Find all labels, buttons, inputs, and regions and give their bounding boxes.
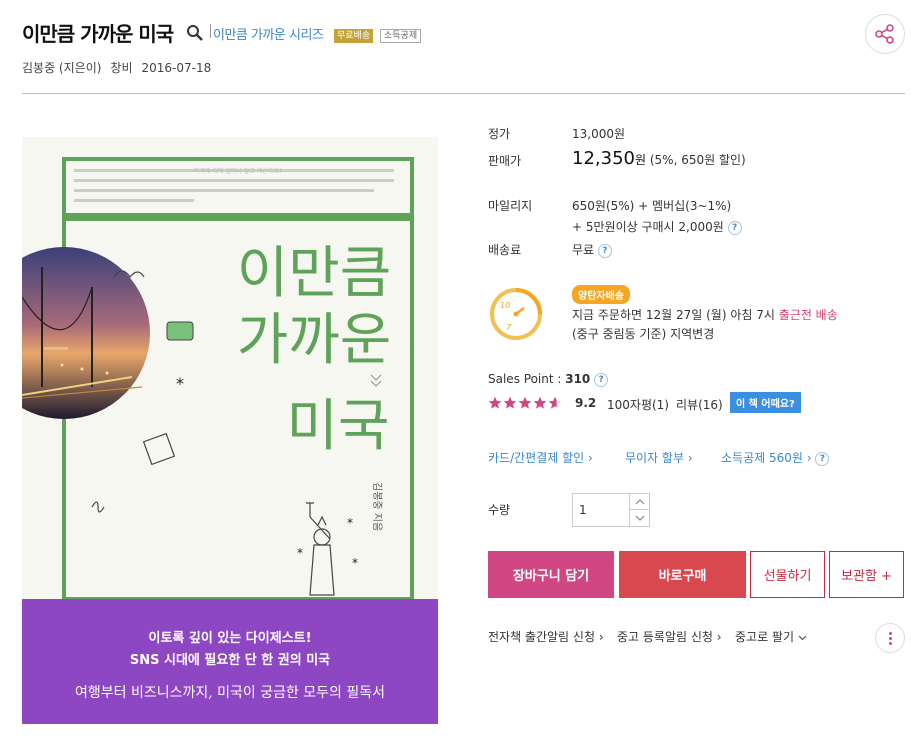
list-price-label: 정가 xyxy=(488,127,511,141)
cover-blurb: 미국에 대해 얼마나 알고 계신가요? xyxy=(194,167,282,175)
used-alert-link[interactable]: 중고 등록알림 신청 › xyxy=(617,628,722,645)
svg-text:*: * xyxy=(347,516,353,530)
cover-title-line1: 이만큼 xyxy=(237,241,392,306)
series-link[interactable]: 이만큼 가까운 시리즈 xyxy=(213,24,324,43)
sales-point: Sales Point : 310 ? xyxy=(488,372,609,387)
shipping-value-text: 무료 xyxy=(572,243,595,257)
quantity-stepper xyxy=(572,493,650,527)
clock-icon: 10 7 xyxy=(490,288,542,340)
shipping-label: 배송료 xyxy=(488,243,522,257)
svg-text:*: * xyxy=(176,374,184,393)
star-icon xyxy=(518,396,532,409)
mileage-line2: + 5만원이상 구매시 2,000원 ? xyxy=(572,218,742,235)
card-discount-link[interactable]: 카드/간편결제 할인 xyxy=(488,449,593,466)
chevron-down-icon xyxy=(635,515,644,521)
chevron-down-icon xyxy=(798,635,807,640)
used-alert-text: 중고 등록알림 신청 xyxy=(617,630,713,644)
cover-band-line2: SNS 시대에 필요한 단 한 권의 미국 xyxy=(130,652,330,668)
quantity-increase-button[interactable] xyxy=(629,494,649,510)
buy-now-button[interactable]: 바로구매 xyxy=(619,551,746,598)
mileage-line1: 650원(5%) + 멤버십(3~1%) xyxy=(572,199,732,213)
clock-label-top: 10 xyxy=(500,301,510,310)
quantity-input[interactable] xyxy=(573,494,629,526)
cover-band-line1: 이토록 깊이 있는 다이제스트! xyxy=(148,630,311,646)
mileage-line2-text: + 5만원이상 구매시 2,000원 xyxy=(572,220,724,234)
review-link[interactable]: 리뷰(16) xyxy=(676,396,723,413)
more-dot-icon xyxy=(888,641,892,645)
sale-price-label: 판매가 xyxy=(488,154,522,168)
search-icon[interactable] xyxy=(186,24,204,42)
chevron-up-icon xyxy=(635,498,644,504)
publisher-link[interactable]: 창비 xyxy=(110,61,132,75)
add-to-cart-button[interactable]: 장바구니 담기 xyxy=(488,551,614,598)
deduction-text[interactable]: 소득공제 560원 xyxy=(721,451,812,465)
deduction-info: 소득공제 560원 ? xyxy=(721,449,830,466)
publish-date: 2016-07-18 xyxy=(141,61,212,75)
delivery-line1: 지금 주문하면 12월 27일 (월) 아침 7시 출근전 배송 xyxy=(572,306,838,323)
delivery-badge: 양탄자배송 xyxy=(572,285,630,304)
delivery-highlight: 출근전 배송 xyxy=(778,308,838,322)
sale-price-note: (5%, 650원 할인) xyxy=(649,153,746,167)
sale-price-number: 12,350 xyxy=(572,148,635,169)
star-icon xyxy=(503,396,517,409)
quantity-decrease-button[interactable] xyxy=(629,510,649,526)
sale-price: 12,350원 (5%, 650원 할인) xyxy=(572,148,746,169)
mileage-help-icon[interactable]: ? xyxy=(727,220,742,235)
delivery-line1-text: 지금 주문하면 12월 27일 (월) 아침 7시 xyxy=(572,308,779,322)
tax-deduction-badge: 소득공제 xyxy=(380,29,422,43)
more-dot-icon xyxy=(888,636,892,640)
more-options-button[interactable] xyxy=(875,623,905,653)
used-sell-text: 중고로 팔기 xyxy=(735,630,795,644)
sales-point-help-icon[interactable]: ? xyxy=(594,372,609,387)
more-dot-icon xyxy=(888,631,892,635)
ebook-alert-text: 전자책 출간알림 신청 xyxy=(488,630,595,644)
byline: 김봉중 (지은이) 창비 2016-07-18 xyxy=(22,59,220,76)
deduction-help-icon[interactable]: ? xyxy=(815,451,830,466)
sales-point-value: 310 xyxy=(565,372,591,386)
sales-point-label: Sales Point : xyxy=(488,372,566,386)
header-divider xyxy=(22,93,905,94)
ebook-alert-link[interactable]: 전자책 출간알림 신청 › xyxy=(488,628,604,645)
svg-text:*: * xyxy=(352,556,358,570)
sale-price-unit: 원 xyxy=(634,153,647,167)
svg-text:*: * xyxy=(297,546,303,560)
mileage-label: 마일리지 xyxy=(488,199,533,213)
cover-author: 김봉중 지음 xyxy=(371,482,383,531)
cover-title-line3: 미국 xyxy=(286,394,389,459)
installment-link[interactable]: 무이자 할부 xyxy=(625,449,693,466)
cover-band-line3: 여행부터 비즈니스까지, 미국이 궁금한 모두의 필독서 xyxy=(75,685,385,701)
delivery-line2[interactable]: (중구 중림동 기준) 지역변경 xyxy=(572,325,714,342)
short-review-link[interactable]: 100자평(1) xyxy=(607,396,669,413)
star-icon xyxy=(488,396,502,409)
author-link[interactable]: 김봉중 (지은이) xyxy=(22,61,101,75)
page-title: 이만큼 가까운 미국 xyxy=(22,22,174,46)
how-is-this-book-button[interactable]: 이 책 어때요? xyxy=(730,392,801,413)
list-price-value: 13,000원 xyxy=(572,127,626,141)
book-cover-image[interactable]: 미국에 대해 얼마나 알고 계신가요? * 이만큼 가까운 미국 김봉중 지음 … xyxy=(22,137,438,724)
share-button[interactable] xyxy=(865,14,905,54)
star-icon xyxy=(548,396,562,409)
shipping-help-icon[interactable]: ? xyxy=(597,243,612,258)
share-icon xyxy=(875,24,894,44)
quantity-label: 수량 xyxy=(488,503,511,517)
gift-button[interactable]: 선물하기 xyxy=(750,551,825,598)
star-icon xyxy=(533,396,547,409)
shipping-value: 무료 ? xyxy=(572,241,612,258)
free-shipping-badge: 무료배송 xyxy=(334,29,374,43)
rating-stars xyxy=(488,396,562,410)
save-to-wishlist-button[interactable]: 보관함 + xyxy=(829,551,904,598)
title-divider xyxy=(210,24,211,38)
cover-title-line2: 가까운 xyxy=(237,308,392,373)
rating-score: 9.2 xyxy=(575,396,597,410)
used-sell-link[interactable]: 중고로 팔기 xyxy=(735,628,807,645)
